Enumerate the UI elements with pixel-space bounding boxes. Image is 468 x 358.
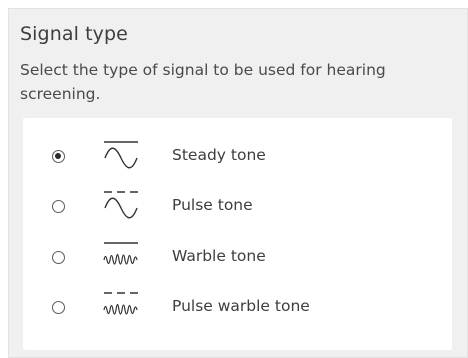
pulse-tone-icon xyxy=(104,191,138,219)
option-warble-tone[interactable]: Warble tone xyxy=(23,233,452,283)
steady-tone-icon xyxy=(104,141,138,169)
steady-tone-radio[interactable] xyxy=(52,150,65,163)
warble-tone-icon xyxy=(103,242,138,265)
pulse-warble-tone-icon xyxy=(103,292,138,315)
warble-tone-label: Warble tone xyxy=(172,247,266,265)
steady-tone-label: Steady tone xyxy=(172,146,266,164)
section-description: Select the type of signal to be used for… xyxy=(20,61,386,103)
pulse-warble-tone-radio[interactable] xyxy=(52,301,65,314)
option-pulse-warble-tone[interactable]: Pulse warble tone xyxy=(23,283,452,333)
signal-options-card: Steady tone Pulse tone Warble tone Pulse… xyxy=(23,118,452,350)
section-title: Signal type xyxy=(20,23,128,45)
pulse-warble-tone-label: Pulse warble tone xyxy=(172,297,310,315)
signal-type-panel: Signal type Select the type of signal to… xyxy=(8,8,468,358)
pulse-tone-radio[interactable] xyxy=(52,200,65,213)
option-steady-tone[interactable]: Steady tone xyxy=(23,132,452,182)
warble-tone-radio[interactable] xyxy=(52,251,65,264)
option-pulse-tone[interactable]: Pulse tone xyxy=(23,182,452,232)
pulse-tone-label: Pulse tone xyxy=(172,196,253,214)
